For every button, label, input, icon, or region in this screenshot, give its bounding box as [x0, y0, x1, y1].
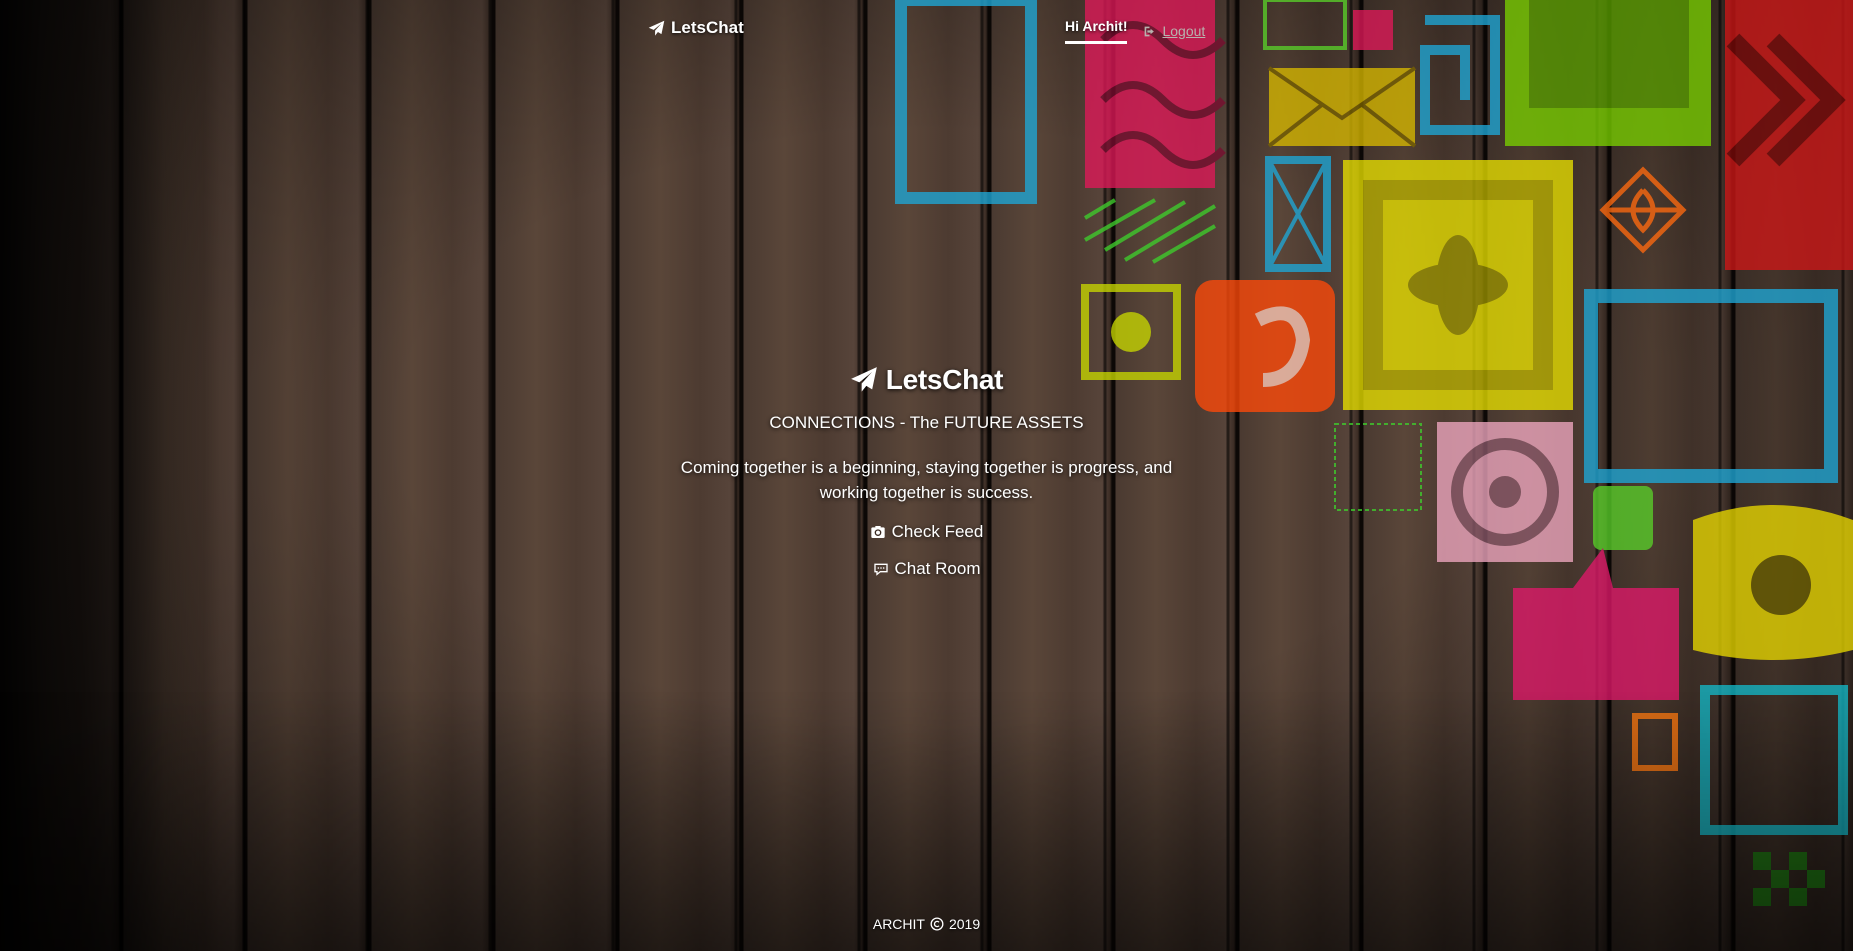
speech-bubble-icon	[873, 563, 888, 576]
navbar: LetsChat Hi Archit! Logout	[0, 0, 1853, 60]
hero-links: Check Feed Chat Room	[0, 522, 1853, 579]
chat-room-label: Chat Room	[894, 559, 981, 578]
hero-title: LetsChat	[850, 364, 1004, 396]
bottom-vignette	[0, 691, 1853, 951]
hero-title-text: LetsChat	[885, 364, 1004, 395]
copyright-icon	[930, 917, 944, 931]
nav-right: Hi Archit! Logout	[1065, 18, 1205, 44]
user-greeting[interactable]: Hi Archit!	[1065, 18, 1128, 44]
brand-label: LetsChat	[671, 18, 744, 37]
footer-name: ARCHIT	[872, 916, 925, 932]
paper-plane-icon	[648, 20, 665, 36]
lead-quote: Coming together is a beginning, staying …	[680, 458, 1173, 502]
chat-room-link[interactable]: Chat Room	[873, 559, 981, 579]
logout-label: Logout	[1162, 23, 1206, 39]
paper-plane-icon	[850, 367, 877, 392]
logout-link[interactable]: Logout	[1143, 18, 1205, 44]
tagline: CONNECTIONS - The FUTURE ASSETS	[769, 413, 1084, 432]
sign-out-icon	[1145, 26, 1155, 36]
camera-icon	[870, 526, 885, 538]
check-feed-label: Check Feed	[891, 522, 984, 541]
brand-link[interactable]: LetsChat	[648, 18, 744, 38]
footer: ARCHIT 2019	[0, 916, 1853, 932]
footer-year: 2019	[948, 916, 981, 932]
check-feed-link[interactable]: Check Feed	[870, 522, 984, 542]
hero: LetsChat CONNECTIONS - The FUTURE ASSETS…	[0, 364, 1853, 579]
